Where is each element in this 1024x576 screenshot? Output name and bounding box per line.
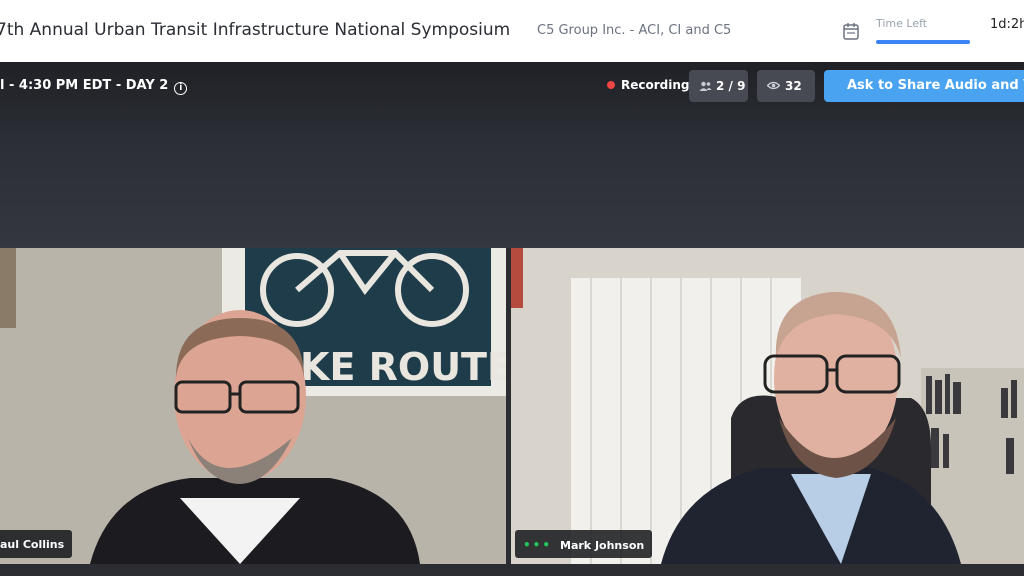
viewers-count-button[interactable]: 32 (757, 70, 815, 102)
info-icon[interactable]: i (174, 82, 188, 95)
bottom-strip (0, 564, 1024, 576)
recording-dot-icon (607, 81, 615, 89)
people-icon (699, 81, 712, 91)
time-left-label: Time Left (876, 17, 928, 30)
viewers-count: 32 (785, 79, 802, 93)
speaker-name: Mark Johnson (560, 539, 645, 552)
calendar-icon (843, 23, 859, 40)
recording-indicator: Recording (607, 78, 690, 92)
participants-count-button[interactable]: 2 / 9 (689, 70, 748, 102)
eye-icon (766, 81, 781, 90)
speaker-name-tag: ••• Mark Johnson (515, 530, 653, 558)
event-title: 7th Annual Urban Transit Infrastructure … (0, 20, 511, 40)
bike-route-sign-text: KE ROUTE (300, 345, 506, 389)
video-tile-speaker-2[interactable]: ••• Mark Johnson (511, 248, 1024, 564)
video-feed-left: KE ROUTE (0, 248, 506, 564)
participants-count: 2 / 9 (716, 79, 746, 93)
video-tile-speaker-1[interactable]: KE ROUTE aul Collins (0, 248, 506, 564)
organization-name[interactable]: C5 Group Inc. - ACI, CI and C5 (537, 23, 731, 38)
speaker-name: aul Collins (0, 538, 65, 551)
time-left-value: 1d:2h (990, 17, 1024, 32)
session-time: l - 4:30 PM EDT - DAY 2 i (0, 78, 188, 95)
speaker-name-tag: aul Collins (0, 530, 73, 558)
audio-level-icon: ••• (523, 538, 553, 552)
recording-label: Recording (621, 78, 690, 92)
time-left-progress (876, 40, 970, 44)
ask-to-share-button[interactable]: Ask to Share Audio and Video (824, 70, 1024, 102)
top-header: 7th Annual Urban Transit Infrastructure … (0, 0, 1024, 62)
video-feed-right (511, 248, 1024, 564)
session-time-text: l - 4:30 PM EDT - DAY 2 (0, 78, 169, 93)
session-bar: l - 4:30 PM EDT - DAY 2 i Recording 2 / 9… (0, 62, 1024, 248)
